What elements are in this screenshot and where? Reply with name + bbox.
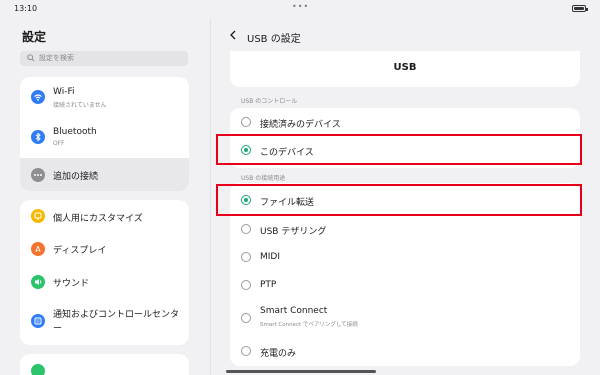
- sidebar-item-sub: OFF: [53, 140, 65, 147]
- option-label: Smart Connect: [260, 306, 328, 316]
- option-label: MIDI: [260, 252, 281, 262]
- sidebar-group-connections: Wi-Fi 接続されていません Bluetooth OFF 追加の接続: [20, 77, 189, 191]
- usb-heading: USB: [393, 62, 417, 73]
- radio-button[interactable]: [241, 280, 251, 290]
- radio-button[interactable]: [241, 313, 251, 323]
- home-indicator[interactable]: [226, 370, 376, 373]
- sound-icon: [31, 275, 45, 289]
- page-title: USB の設定: [247, 34, 301, 45]
- option-ptp[interactable]: PTP: [230, 275, 580, 297]
- status-time: 13:10: [14, 4, 38, 13]
- sidebar-item-sub: 接続されていません: [53, 102, 107, 109]
- sidebar-item-additional-connections[interactable]: 追加の接続: [20, 158, 189, 191]
- notification-icon: [31, 314, 45, 328]
- sidebar-item-label: サウンド: [53, 279, 90, 289]
- annotation-highlight-file-transfer: [216, 184, 582, 216]
- option-charge-only[interactable]: 充電のみ: [230, 342, 580, 362]
- option-label: 充電のみ: [260, 349, 297, 359]
- sidebar-item-label: 通知およびコントロールセンター: [53, 310, 180, 334]
- section-label-usb-control: USB のコントロール: [241, 98, 298, 105]
- option-smart-connect[interactable]: Smart Connect Smart Connect でペアリングして接続: [230, 302, 580, 334]
- settings-search-input[interactable]: 設定を検索: [20, 51, 188, 66]
- option-label: 接続済みのデバイス: [260, 120, 341, 130]
- radio-button[interactable]: [241, 117, 251, 127]
- sidebar-item-wifi[interactable]: Wi-Fi 接続されていません: [20, 77, 189, 116]
- option-midi[interactable]: MIDI: [230, 247, 580, 269]
- sidebar-item-customize[interactable]: 個人用にカスタマイズ: [20, 200, 189, 232]
- battery-icon: [572, 5, 588, 12]
- radio-button[interactable]: [241, 346, 251, 356]
- usb-header-card: USB: [230, 51, 580, 87]
- sidebar-item-label: 追加の接続: [53, 172, 99, 182]
- radio-button[interactable]: [241, 224, 251, 234]
- more-dots-icon: [31, 168, 45, 182]
- sidebar-group-more: [20, 354, 189, 375]
- pane-divider: [210, 18, 211, 375]
- sidebar-item-label: ディスプレイ: [53, 246, 107, 256]
- option-label: PTP: [260, 280, 277, 290]
- sidebar-item-label: 個人用にカスタマイズ: [53, 214, 143, 224]
- bluetooth-icon: [31, 130, 45, 144]
- customize-icon: [31, 209, 45, 223]
- search-placeholder: 設定を検索: [39, 54, 74, 62]
- annotation-highlight-this-device: [216, 134, 582, 165]
- sidebar-item-label: Bluetooth: [53, 127, 97, 137]
- svg-text:A: A: [35, 245, 41, 254]
- option-connected-device[interactable]: 接続済みのデバイス: [230, 112, 580, 134]
- option-usb-tethering[interactable]: USB テザリング: [230, 219, 580, 241]
- wifi-icon: [31, 90, 45, 104]
- search-icon: [27, 54, 35, 62]
- sidebar-item-display[interactable]: A ディスプレイ: [20, 232, 189, 265]
- sidebar-item-notifications[interactable]: 通知およびコントロールセンター: [20, 297, 189, 345]
- back-arrow-icon[interactable]: [228, 29, 238, 41]
- option-sub-label: Smart Connect でペアリングして接続: [260, 322, 358, 328]
- sidebar-item-bluetooth[interactable]: Bluetooth OFF: [20, 116, 189, 158]
- sidebar-group-personal: 個人用にカスタマイズ A ディスプレイ サウンド 通知およびコントロールセンター: [20, 200, 189, 345]
- status-bar: 13:10 •••: [0, 0, 600, 18]
- option-label: USB テザリング: [260, 227, 327, 237]
- display-icon: A: [31, 242, 45, 256]
- window-dots-icon[interactable]: •••: [292, 2, 309, 11]
- sidebar-item-label: Wi-Fi: [53, 87, 75, 97]
- section-label-usb-purpose: USB の接続用途: [241, 175, 286, 182]
- radio-button[interactable]: [241, 252, 251, 262]
- app-icon: [31, 364, 45, 375]
- sidebar-item-sound[interactable]: サウンド: [20, 265, 189, 297]
- settings-title: 設定: [22, 30, 47, 44]
